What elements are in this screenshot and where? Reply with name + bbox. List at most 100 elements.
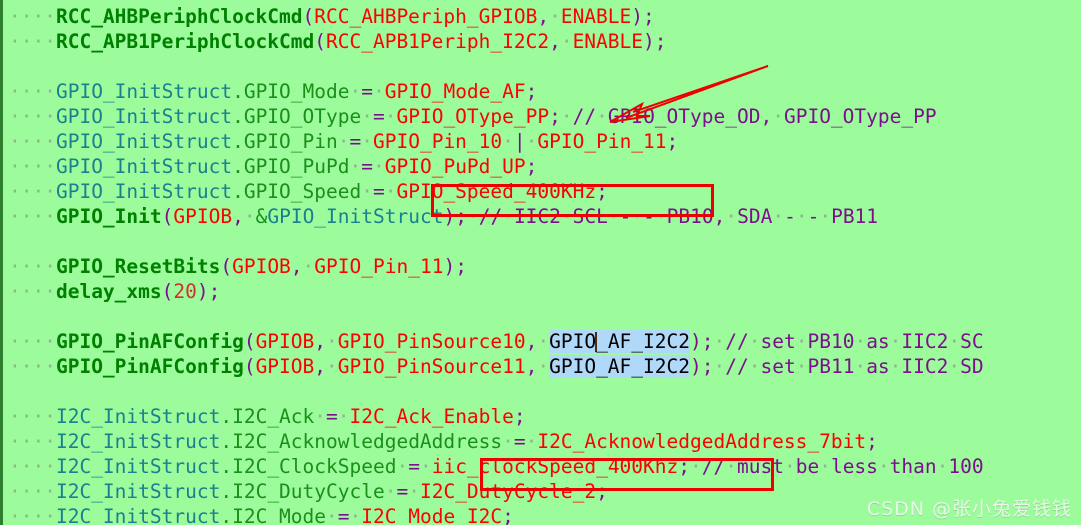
code-token-var: I2C_InitStruct bbox=[55, 455, 221, 478]
code-token-ws: · bbox=[525, 130, 538, 153]
code-token-punc: , bbox=[314, 355, 327, 378]
code-token-ws: ···· bbox=[9, 205, 56, 228]
code-token-val: GPIO_Pin_10 bbox=[373, 130, 503, 153]
code-token-ws: · bbox=[690, 455, 702, 478]
code-token-ws: · bbox=[549, 5, 561, 28]
code-token-ws: · bbox=[854, 355, 867, 378]
code-line[interactable] bbox=[3, 304, 1081, 329]
code-token-ws: · bbox=[361, 180, 373, 203]
code-token-cmt: less bbox=[830, 455, 878, 478]
code-line[interactable]: ····GPIO_Init(GPIOB,·&GPIO_InitStruct);·… bbox=[3, 204, 1081, 229]
code-token-mem: . bbox=[220, 430, 233, 453]
code-token-ws: · bbox=[243, 205, 256, 228]
code-line[interactable]: ····GPIO_InitStruct.GPIO_Pin·=·GPIO_Pin_… bbox=[3, 129, 1081, 154]
code-token-cmt: IIC2 bbox=[901, 355, 949, 378]
code-editor-screenshot: ····RCC_AHBPeriphClockCmd(RCC_AHBPeriph_… bbox=[0, 0, 1081, 525]
code-token-fn: RCC_APB1PeriphClockCmd bbox=[55, 30, 315, 53]
code-line[interactable]: ····RCC_AHBPeriphClockCmd(RCC_AHBPeriph_… bbox=[3, 4, 1081, 29]
code-line[interactable]: ····GPIO_InitStruct.GPIO_OType·=·GPIO_OT… bbox=[3, 104, 1081, 129]
code-token-mem: I2C_ClockSpeed bbox=[232, 455, 397, 478]
code-token-punc: ; bbox=[654, 30, 667, 53]
code-token-ws: · bbox=[361, 105, 373, 128]
code-token-val: GPIO_OType_PP bbox=[396, 105, 550, 128]
code-token-punc: ( bbox=[243, 355, 256, 378]
code-token-ws: · bbox=[302, 255, 315, 278]
code-token-mem: I2C_Ack bbox=[232, 405, 315, 428]
code-token-mem: . bbox=[220, 405, 233, 428]
code-token-ws: · bbox=[748, 355, 761, 378]
code-line[interactable]: ····I2C_InitStruct.I2C_AcknowledgedAddre… bbox=[3, 429, 1081, 454]
code-token-mem: & bbox=[255, 205, 268, 228]
code-token-cmt: be bbox=[795, 455, 820, 478]
code-token-ws: ···· bbox=[9, 355, 56, 378]
code-token-ws: · bbox=[819, 455, 831, 478]
code-token-val: I2C_AcknowledgedAddress_7bit bbox=[537, 430, 867, 453]
code-token-ws: · bbox=[889, 355, 902, 378]
code-token-ws: · bbox=[525, 430, 538, 453]
code-token-ws: ···· bbox=[9, 155, 56, 178]
code-token-cmt: // bbox=[572, 105, 597, 128]
code-line[interactable] bbox=[3, 229, 1081, 254]
code-token-var: I2C_InitStruct bbox=[55, 430, 221, 453]
code-line[interactable]: ····GPIO_PinAFConfig(GPIOB,·GPIO_PinSour… bbox=[3, 354, 1081, 379]
code-token-cmt: set bbox=[760, 330, 796, 353]
csdn-watermark: CSDN @张小兔爱钱钱 bbox=[866, 498, 1072, 520]
code-token-op: = bbox=[361, 80, 373, 103]
code-token-fn: GPIO_Init bbox=[55, 205, 162, 228]
code-token-ws: ···· bbox=[9, 480, 56, 503]
code-token-mem: GPIO_OType bbox=[243, 105, 362, 128]
code-token-mem: GPIO_Speed bbox=[243, 180, 362, 203]
code-token-cmt: GPIO_OType_PP bbox=[783, 105, 937, 128]
code-token-val: GPIOB bbox=[255, 355, 315, 378]
code-token-cmt: SCL bbox=[572, 205, 608, 228]
code-token-cmt: // bbox=[725, 355, 749, 378]
code-token-punc: ( bbox=[243, 330, 256, 353]
code-token-cmt: // bbox=[725, 330, 749, 353]
code-line[interactable]: ····delay_xms(20); bbox=[3, 279, 1081, 304]
text-cursor bbox=[595, 332, 598, 352]
code-token-cmt: PB11 bbox=[807, 355, 855, 378]
code-token-cmt: PB11 bbox=[831, 205, 879, 228]
code-token-ws: · bbox=[537, 355, 550, 378]
code-token-val: RCC_AHBPeriph_GPIOB bbox=[314, 5, 538, 28]
code-token-ws: · bbox=[772, 105, 784, 128]
code-token-punc: , bbox=[537, 5, 550, 28]
code-token-punc: ) bbox=[443, 255, 456, 278]
code-token-sel: GPIO_AF_I2C2 bbox=[549, 330, 690, 353]
code-token-punc: ) bbox=[690, 330, 702, 353]
code-token-ws: · bbox=[725, 205, 738, 228]
code-line[interactable]: ····GPIO_PinAFConfig(GPIOB,·GPIO_PinSour… bbox=[3, 329, 1081, 354]
code-token-ws: · bbox=[326, 505, 338, 525]
code-token-ws: · bbox=[419, 455, 432, 478]
code-token-mem: . bbox=[232, 105, 244, 128]
code-token-punc: ; bbox=[455, 205, 467, 228]
code-token-ws: · bbox=[337, 130, 350, 153]
code-token-mem: . bbox=[220, 455, 233, 478]
code-token-punc: ; bbox=[455, 255, 467, 278]
code-token-op: = bbox=[396, 480, 409, 503]
code-line[interactable]: ····I2C_InitStruct.I2C_Ack·=·I2C_Ack_Ena… bbox=[3, 404, 1081, 429]
code-token-ws: · bbox=[795, 355, 808, 378]
code-token-mem: . bbox=[232, 130, 244, 153]
code-line[interactable]: ····GPIO_InitStruct.GPIO_Speed·=·GPIO_Sp… bbox=[3, 179, 1081, 204]
code-token-fn: GPIO_PinAFConfig bbox=[55, 355, 244, 378]
code-line[interactable] bbox=[3, 54, 1081, 79]
code-token-val: GPIO_PinSource10 bbox=[337, 330, 526, 353]
code-listing[interactable]: ····RCC_AHBPeriphClockCmd(RCC_AHBPeriph_… bbox=[3, 0, 1081, 525]
code-token-ws: · bbox=[596, 105, 608, 128]
code-token-val: GPIO_Mode_AF bbox=[384, 80, 526, 103]
code-line[interactable] bbox=[3, 379, 1081, 404]
code-token-ws: · bbox=[725, 455, 737, 478]
code-token-cmt: SD bbox=[960, 355, 984, 378]
code-line[interactable]: ····GPIO_InitStruct.GPIO_Mode·=·GPIO_Mod… bbox=[3, 79, 1081, 104]
code-token-ws: · bbox=[384, 180, 397, 203]
code-line[interactable]: ····RCC_APB1PeriphClockCmd(RCC_APB1Perip… bbox=[3, 29, 1081, 54]
code-line[interactable]: ····GPIO_InitStruct.GPIO_PuPd·=·GPIO_PuP… bbox=[3, 154, 1081, 179]
code-line[interactable]: ····I2C_InitStruct.I2C_ClockSpeed·=·iic_… bbox=[3, 454, 1081, 479]
code-line[interactable]: ····GPIO_ResetBits(GPIOB,·GPIO_Pin_11); bbox=[3, 254, 1081, 279]
code-token-punc: ( bbox=[220, 255, 233, 278]
code-token-var: GPIO_InitStruct bbox=[55, 130, 233, 153]
code-token-op: | bbox=[513, 130, 526, 153]
code-token-sel: GPIO_AF_I2C2 bbox=[549, 355, 690, 378]
code-token-val: GPIO_PinSource11 bbox=[337, 355, 526, 378]
